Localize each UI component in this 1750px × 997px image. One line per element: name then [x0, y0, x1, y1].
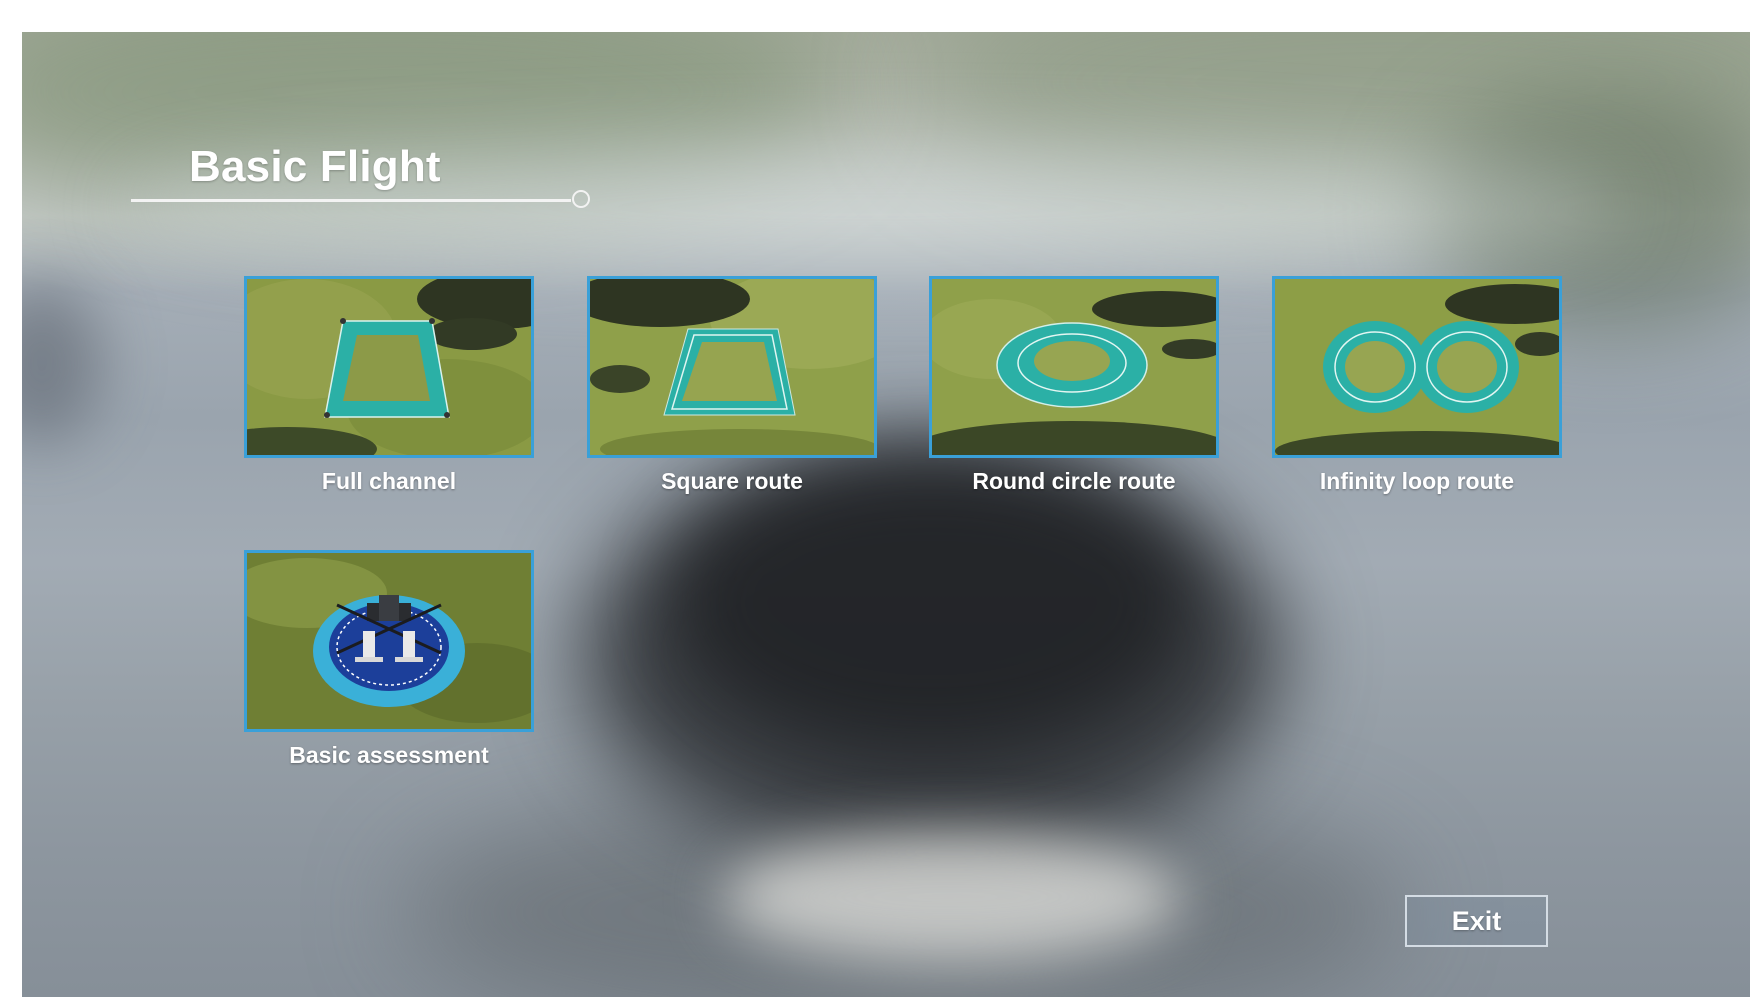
course-thumbnail-full-channel[interactable] [244, 276, 534, 458]
page-title: Basic Flight [189, 142, 441, 191]
bg-blur-landing-light [722, 832, 1182, 962]
course-thumbnail-infinity-loop-route[interactable] [1272, 276, 1562, 458]
title-underline-dot [572, 190, 590, 208]
course-card-infinity-loop-route[interactable]: Infinity loop route [1272, 276, 1562, 495]
course-label-round-circle-route[interactable]: Round circle route [929, 468, 1219, 495]
course-thumbnail-square-route[interactable] [587, 276, 877, 458]
title-underline [131, 199, 571, 202]
bg-blur-drone-core [672, 452, 1192, 752]
course-thumbnail-round-circle-route[interactable] [929, 276, 1219, 458]
course-card-basic-assessment[interactable]: Basic assessment [244, 550, 534, 769]
course-card-full-channel[interactable]: Full channel [244, 276, 534, 495]
course-label-square-route[interactable]: Square route [587, 468, 877, 495]
landing-pad-drone-icon [247, 553, 531, 729]
round-circle-track-icon [932, 279, 1216, 455]
course-label-full-channel[interactable]: Full channel [244, 468, 534, 495]
course-thumbnail-basic-assessment[interactable] [244, 550, 534, 732]
course-card-round-circle-route[interactable]: Round circle route [929, 276, 1219, 495]
bg-blur-left-shadow [22, 282, 102, 442]
square-route-track-icon [590, 279, 874, 455]
exit-button[interactable]: Exit [1405, 895, 1548, 947]
course-label-infinity-loop-route[interactable]: Infinity loop route [1272, 468, 1562, 495]
infinity-loop-track-icon [1275, 279, 1559, 455]
full-channel-track-icon [247, 279, 531, 455]
course-label-basic-assessment[interactable]: Basic assessment [244, 742, 534, 769]
course-card-square-route[interactable]: Square route [587, 276, 877, 495]
